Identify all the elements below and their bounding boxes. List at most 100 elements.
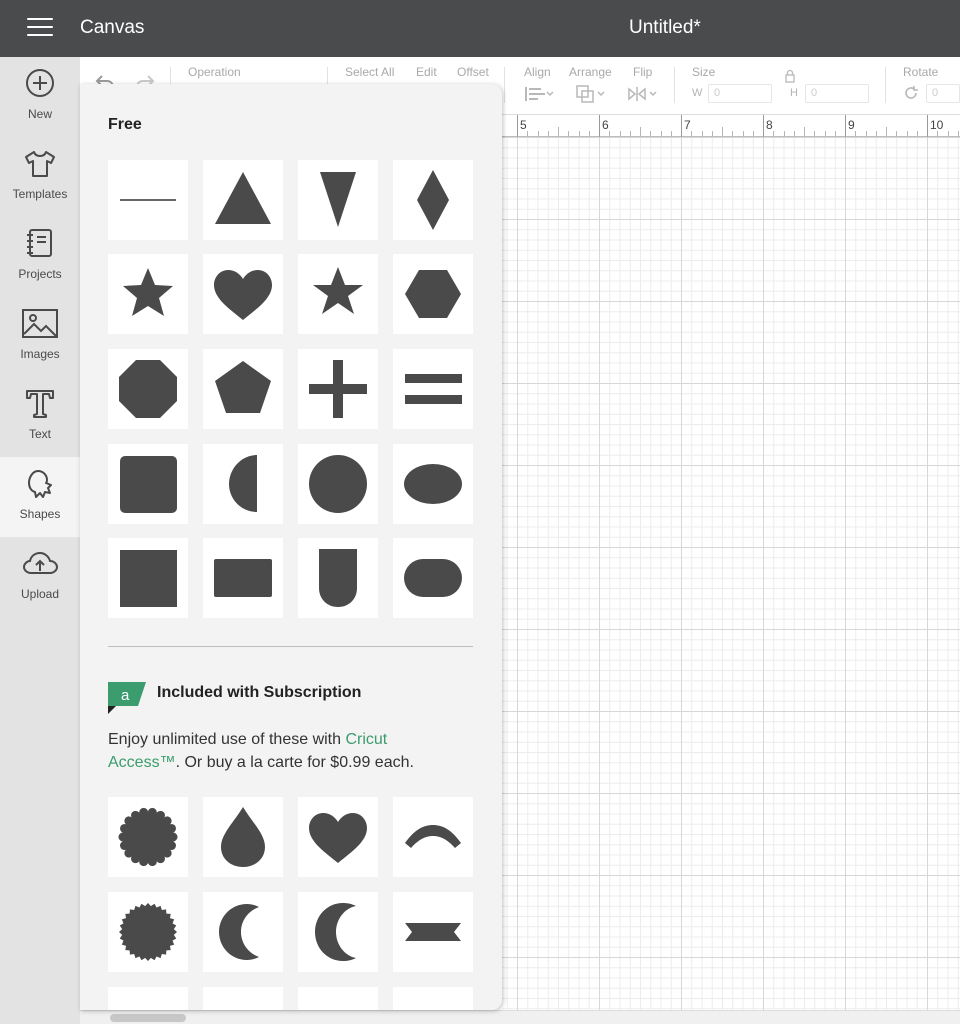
nav-text[interactable]: Text bbox=[0, 377, 80, 457]
ruler-number: 6 bbox=[602, 118, 609, 132]
shape-tile-crescent-left[interactable] bbox=[203, 892, 283, 972]
ruler-tick bbox=[763, 115, 764, 137]
rectangle-icon bbox=[214, 559, 272, 597]
edit-button[interactable]: Edit bbox=[416, 65, 437, 79]
square-icon bbox=[120, 550, 177, 607]
shapes-icon bbox=[28, 470, 52, 498]
ruler-minor-tick bbox=[783, 131, 785, 136]
shape-tile-crescent-right[interactable] bbox=[298, 892, 378, 972]
shape-tile-line[interactable] bbox=[108, 160, 188, 240]
height-input[interactable]: 0 bbox=[805, 84, 869, 103]
shape-tile-inverted-triangle[interactable] bbox=[298, 160, 378, 240]
ruler-tick bbox=[517, 115, 518, 137]
ruler-minor-tick bbox=[547, 131, 549, 136]
crescent-left-icon bbox=[219, 904, 259, 960]
shape-tile-square[interactable] bbox=[108, 538, 188, 618]
rotate-input[interactable]: 0 bbox=[926, 84, 960, 103]
ruler-minor-tick bbox=[527, 131, 529, 136]
shape-tile-partial[interactable] bbox=[298, 987, 378, 1010]
shape-tile-octagon[interactable] bbox=[108, 349, 188, 429]
shape-tile-scalloped-circle[interactable] bbox=[108, 797, 188, 877]
align-label: Align bbox=[524, 65, 551, 79]
flip-label: Flip bbox=[633, 65, 653, 79]
shape-tile-partial[interactable] bbox=[108, 987, 188, 1010]
nav-label-templates: Templates bbox=[12, 187, 68, 201]
rotate-icon bbox=[905, 86, 918, 99]
ruler-minor-tick bbox=[711, 131, 713, 136]
starburst-seal-icon bbox=[119, 903, 177, 961]
shape-tile-triangle[interactable] bbox=[203, 160, 283, 240]
nav-templates[interactable]: Templates bbox=[0, 137, 80, 217]
shape-tile-half-circle[interactable] bbox=[203, 444, 283, 524]
shape-tile-partial[interactable] bbox=[203, 987, 283, 1010]
ruler-minor-tick bbox=[568, 131, 570, 136]
nav-projects[interactable]: Projects bbox=[0, 217, 80, 297]
toolbar-separator bbox=[885, 67, 886, 103]
shape-tile-teardrop[interactable] bbox=[203, 797, 283, 877]
size-label: Size bbox=[692, 65, 716, 79]
horizontal-scrollbar[interactable] bbox=[80, 1010, 960, 1024]
shape-tile-diamond[interactable] bbox=[393, 160, 473, 240]
shape-tile-rectangle[interactable] bbox=[203, 538, 283, 618]
lock-icon[interactable] bbox=[783, 69, 797, 83]
shape-tile-plus[interactable] bbox=[298, 349, 378, 429]
width-input[interactable]: 0 bbox=[708, 84, 772, 103]
shape-tile-oval[interactable] bbox=[393, 444, 473, 524]
ruler-minor-tick bbox=[650, 131, 652, 136]
subscription-text-after: . Or buy a la carte for $0.99 each. bbox=[175, 754, 414, 771]
shape-tile-pentagon[interactable] bbox=[203, 349, 283, 429]
shape-tile-equals[interactable] bbox=[393, 349, 473, 429]
ruler-minor-tick bbox=[558, 127, 559, 136]
ruler-tick bbox=[599, 115, 600, 137]
shape-tile-arc[interactable] bbox=[393, 797, 473, 877]
shape-tile-circle[interactable] bbox=[298, 444, 378, 524]
nav-images[interactable]: Images bbox=[0, 297, 80, 377]
scrollbar-thumb[interactable] bbox=[110, 1014, 186, 1022]
shape-tile-starburst-seal[interactable] bbox=[108, 892, 188, 972]
ruler-minor-tick bbox=[701, 131, 703, 136]
tshirt-icon bbox=[25, 151, 55, 177]
ruler-minor-tick bbox=[855, 131, 857, 136]
canvas-grid[interactable] bbox=[502, 137, 960, 1010]
shape-tile-star[interactable] bbox=[108, 254, 188, 334]
subscription-description: Enjoy unlimited use of these with Cricut… bbox=[108, 728, 458, 774]
shape-tile-rounded-square[interactable] bbox=[108, 444, 188, 524]
nav-new[interactable]: New bbox=[0, 57, 80, 137]
hexagon-icon bbox=[405, 270, 461, 318]
hamburger-menu-icon[interactable] bbox=[27, 18, 53, 38]
offset-button[interactable]: Offset bbox=[457, 65, 489, 79]
shape-tile-partial[interactable] bbox=[393, 987, 473, 1010]
shape-tile-arch[interactable] bbox=[298, 538, 378, 618]
arrange-label: Arrange bbox=[569, 65, 612, 79]
toolbar-separator bbox=[504, 67, 505, 103]
ruler-minor-tick bbox=[886, 127, 887, 136]
pill-icon bbox=[404, 559, 462, 597]
align-dropdown-icon[interactable] bbox=[524, 85, 554, 103]
nav-label-images: Images bbox=[20, 347, 60, 361]
shape-tile-heart[interactable] bbox=[298, 797, 378, 877]
badge-letter: a bbox=[121, 687, 130, 704]
nav-label-shapes: Shapes bbox=[19, 507, 61, 521]
ruler-number: 10 bbox=[930, 118, 944, 132]
shape-tile-hexagon[interactable] bbox=[393, 254, 473, 334]
nav-shapes[interactable]: Shapes bbox=[0, 457, 80, 537]
shape-tile-ribbon-banner[interactable] bbox=[393, 892, 473, 972]
crescent-right-icon bbox=[315, 903, 356, 961]
shape-tile-pill[interactable] bbox=[393, 538, 473, 618]
flip-dropdown-icon[interactable] bbox=[627, 84, 659, 104]
app-header: Canvas Untitled* bbox=[0, 0, 960, 57]
shape-tile-heart[interactable] bbox=[203, 254, 283, 334]
ruler-number: 8 bbox=[766, 118, 773, 132]
shape-tile-star-small[interactable] bbox=[298, 254, 378, 334]
image-icon bbox=[22, 309, 58, 338]
select-all-button[interactable]: Select All bbox=[345, 65, 394, 79]
arrange-dropdown-icon[interactable] bbox=[575, 84, 607, 104]
ruler-minor-tick bbox=[742, 131, 744, 136]
ruler-tick bbox=[927, 115, 928, 137]
document-title[interactable]: Untitled* bbox=[629, 17, 701, 39]
ruler-minor-tick bbox=[660, 131, 662, 136]
ruler-minor-tick bbox=[609, 131, 611, 136]
ruler-minor-tick bbox=[578, 131, 580, 136]
nav-upload[interactable]: Upload bbox=[0, 537, 80, 617]
ruler-minor-tick bbox=[865, 131, 867, 136]
